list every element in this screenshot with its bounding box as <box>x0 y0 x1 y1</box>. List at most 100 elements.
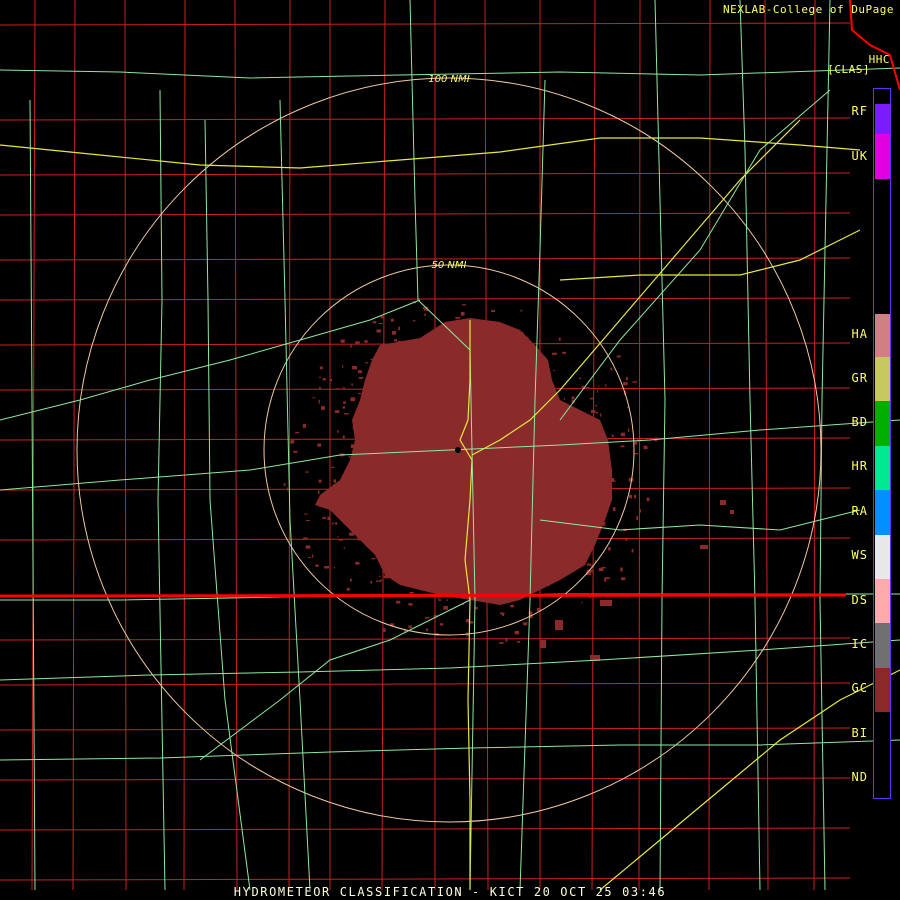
county-line <box>0 297 851 301</box>
echo-speckle <box>586 538 590 542</box>
echo-speckle <box>283 483 286 486</box>
echo-speckle <box>374 550 377 553</box>
echo-speckle <box>303 537 308 540</box>
echo-speckle <box>482 341 485 343</box>
echo-speckle <box>443 606 448 610</box>
county-line <box>764 0 769 891</box>
legend-swatch-rf <box>875 104 890 134</box>
state-border <box>0 593 847 598</box>
echo-speckle <box>505 637 508 642</box>
echo-speckle <box>730 510 734 514</box>
echo-speckle <box>592 481 598 485</box>
echo-speckle <box>290 440 295 444</box>
echo-main-body <box>315 318 612 605</box>
echo-speckle <box>342 387 346 390</box>
color-legend <box>873 88 891 799</box>
county-line <box>0 827 851 831</box>
echo-speckle <box>720 500 726 505</box>
echo-speckle <box>632 381 638 383</box>
echo-speckle <box>382 356 387 360</box>
echo-speckle <box>416 580 420 584</box>
county-line <box>0 777 851 781</box>
echo-speckle <box>634 441 638 445</box>
echo-speckle <box>416 358 420 360</box>
legend-label-rf: RF <box>851 104 868 118</box>
echo-speckle <box>502 612 504 617</box>
legend-label-ds: DS <box>851 593 868 607</box>
echo-speckle <box>358 393 361 395</box>
legend-label-ic: IC <box>851 637 868 651</box>
echo-speckle <box>318 490 320 495</box>
echo-speckle <box>304 513 308 515</box>
echo-speckle <box>424 617 430 619</box>
echo-speckle <box>350 444 355 448</box>
legend-swatch-ra <box>875 446 890 490</box>
echo-speckle <box>590 452 594 455</box>
echo-speckle <box>470 337 474 341</box>
echo-speckle <box>587 563 591 566</box>
echo-speckle <box>502 328 506 332</box>
county-line <box>813 0 816 891</box>
echo-speckle <box>346 587 350 591</box>
echo-speckle <box>520 332 524 336</box>
echo-speckle <box>305 545 311 549</box>
echo-speckle <box>328 501 333 505</box>
echo-speckle <box>343 547 345 550</box>
legend-swatch-bi <box>875 668 890 712</box>
echo-speckle <box>370 581 372 584</box>
legend-swatch-bd <box>875 357 890 401</box>
echo-speckle <box>524 336 529 340</box>
echo-speckle <box>510 604 515 608</box>
echo-speckle <box>484 354 487 358</box>
echo-speckle <box>611 434 614 437</box>
echo-speckle <box>461 304 466 306</box>
echo-speckle <box>590 409 596 414</box>
echo-speckle <box>402 341 405 345</box>
echo-speckle <box>382 628 386 633</box>
echo-speckle <box>627 428 630 432</box>
echo-speckle <box>334 410 340 413</box>
echo-speckle <box>384 575 389 579</box>
echo-speckle <box>379 575 381 578</box>
county-line <box>0 727 851 731</box>
echo-speckle <box>430 584 433 587</box>
echo-speckle <box>364 340 368 343</box>
echo-speckle <box>625 539 628 541</box>
echo-speckle <box>392 331 396 335</box>
echo-speckle <box>517 641 521 643</box>
echo-speckle <box>520 309 523 312</box>
echo-speckle <box>480 335 485 337</box>
county-line <box>124 0 127 891</box>
echo-speckle <box>643 445 648 450</box>
legend-label-ws: WS <box>851 548 868 562</box>
echo-speckle <box>497 337 500 340</box>
echo-speckle <box>335 388 339 390</box>
product-title: HYDROMETEOR CLASSIFICATION - KICT 20 OCT… <box>233 885 667 899</box>
echo-speckle <box>413 320 416 322</box>
county-line <box>234 0 238 891</box>
echo-speckle <box>506 348 510 350</box>
echo-speckle <box>563 544 566 549</box>
echo-speckle <box>408 625 412 629</box>
echo-speckle <box>333 479 336 483</box>
echo-speckle <box>639 509 641 513</box>
echo-speckle <box>327 516 330 520</box>
echo-speckle <box>596 480 600 483</box>
echo-speckle <box>571 396 575 400</box>
county-line <box>72 0 76 891</box>
echo-speckle <box>353 510 359 513</box>
echo-speckle <box>616 355 621 358</box>
echo-speckle <box>362 406 367 409</box>
echo-speckle <box>505 330 509 334</box>
echo-speckle <box>629 494 632 499</box>
echo-speckle <box>337 490 341 493</box>
echo-speckle <box>351 383 353 386</box>
legend-label-ra: RA <box>851 504 868 518</box>
echo-speckle <box>612 507 616 512</box>
echo-speckle <box>334 566 336 569</box>
echo-speckle <box>553 370 555 372</box>
echo-speckle <box>621 577 626 581</box>
legend-label-uk: UK <box>851 149 868 163</box>
echo-speckle <box>584 527 589 530</box>
echo-speckle <box>378 323 383 325</box>
